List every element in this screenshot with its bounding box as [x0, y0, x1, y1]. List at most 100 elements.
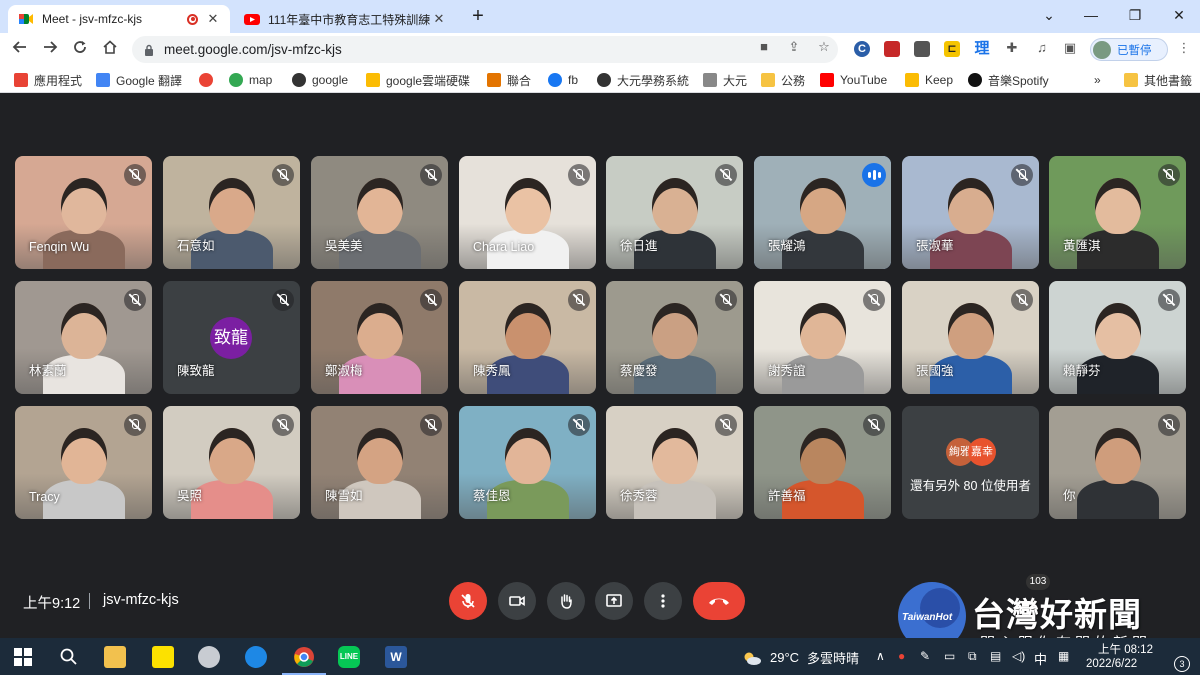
share-icon[interactable]: ⇪ [786, 39, 802, 55]
bookmark-item[interactable]: 大元學務系統 [597, 71, 689, 89]
volume-icon[interactable]: ◁) [1012, 649, 1025, 663]
bookmark-item[interactable]: google [292, 71, 348, 89]
participant-tile[interactable]: 張國強 [902, 281, 1039, 394]
participant-tile[interactable]: 致龍 陳致龍 [163, 281, 300, 394]
participant-tile[interactable]: 蔡佳恩 [459, 406, 596, 519]
bookmark-item[interactable]: YouTube [820, 71, 887, 89]
participant-tile[interactable]: 林素蘭 [15, 281, 152, 394]
profile-button[interactable]: 已暫停 [1090, 38, 1168, 61]
back-icon[interactable] [10, 39, 30, 59]
forward-icon[interactable] [40, 39, 60, 59]
extensions-puzzle-icon[interactable]: ✚ [1004, 40, 1020, 56]
system-date[interactable]: 2022/6/22 [1086, 658, 1137, 670]
sticky-notes-icon[interactable] [152, 646, 174, 668]
tab-search-icon[interactable]: ⌄ [1034, 4, 1064, 26]
weather-widget[interactable]: 29°C 多雲時晴 [742, 648, 859, 667]
participant-tile[interactable]: Chara Liao [459, 156, 596, 269]
bookmark-item[interactable]: Keep [905, 71, 953, 89]
more-options-button[interactable] [644, 582, 682, 620]
tray-monitor-icon[interactable]: ▭ [944, 649, 955, 663]
microphone-toggle-button[interactable] [449, 582, 487, 620]
search-icon[interactable] [58, 646, 80, 668]
windows-start-icon[interactable] [12, 646, 34, 668]
browser-menu-icon[interactable]: ⋮ [1176, 40, 1192, 56]
leave-call-button[interactable] [693, 582, 745, 620]
participant-tile[interactable]: Tracy [15, 406, 152, 519]
present-screen-button[interactable] [595, 582, 633, 620]
tab-meet[interactable]: Meet - jsv-mfzc-kjs ✕ [8, 5, 230, 33]
bookmark-item[interactable]: 音樂Spotify [968, 71, 1049, 89]
participant-avatar: 致龍 [210, 317, 252, 359]
reload-icon[interactable] [70, 39, 90, 59]
recording-indicator-icon [187, 13, 198, 25]
bookmark-item[interactable]: 大元 [703, 71, 747, 89]
participant-tile[interactable]: 徐秀蓉 [606, 406, 743, 519]
network-icon[interactable]: ▤ [990, 649, 1001, 663]
line-app-icon[interactable]: LINE [338, 646, 360, 668]
restore-button[interactable]: ❐ [1120, 4, 1150, 26]
media-control-icon[interactable]: ♫ [1034, 40, 1050, 56]
bookmark-star-icon[interactable]: ☆ [816, 39, 832, 55]
participant-tile[interactable]: 石意如 [163, 156, 300, 269]
home-icon[interactable] [100, 39, 120, 59]
bookmark-item[interactable]: 聯合 [487, 71, 531, 89]
more-participants-tile[interactable]: 絢雅 嘉幸 還有另外 80 位使用者 [902, 406, 1039, 519]
tab-close-icon[interactable]: ✕ [432, 11, 446, 27]
word-icon[interactable]: W [385, 646, 407, 668]
bookmark-item[interactable]: Google 翻譯 [96, 71, 182, 89]
address-bar[interactable]: meet.google.com/jsv-mfzc-kjs [132, 36, 838, 63]
camera-in-use-icon[interactable]: ■ [756, 39, 772, 55]
keyboard-icon[interactable]: ▦ [1058, 649, 1069, 663]
participant-tile[interactable]: 鄭淑梅 [311, 281, 448, 394]
tray-expand-icon[interactable]: ∧ [876, 649, 885, 663]
bookmark-label: Google 翻譯 [116, 73, 183, 88]
minimize-button[interactable]: — [1076, 4, 1106, 26]
tab-close-icon[interactable]: ✕ [206, 11, 220, 27]
bookmark-item[interactable]: 應用程式 [14, 71, 82, 89]
participant-tile[interactable]: 張淑華 [902, 156, 1039, 269]
extension-yellow-icon[interactable]: ⊏ [944, 41, 960, 57]
extension-red-icon[interactable] [884, 41, 900, 57]
bookmark-item[interactable]: google雲端硬碟 [366, 71, 470, 89]
participant-name: 蔡慶發 [620, 364, 658, 378]
participant-tile[interactable]: 張耀鴻 [754, 156, 891, 269]
tray-app-icon[interactable]: ● [898, 649, 905, 663]
participant-tile[interactable]: 吳美美 [311, 156, 448, 269]
participant-tile[interactable]: 謝秀誼 [754, 281, 891, 394]
tray-copy-icon[interactable]: ⧉ [968, 649, 977, 664]
participant-tile[interactable]: 蔡慶發 [606, 281, 743, 394]
bookmark-item[interactable]: fb [548, 71, 578, 89]
bookmarks-overflow-button[interactable]: » [1094, 71, 1101, 89]
participant-tile[interactable]: 吳照 [163, 406, 300, 519]
paint-icon[interactable] [198, 646, 220, 668]
participant-tile[interactable]: 許善福 [754, 406, 891, 519]
participant-tile[interactable]: 黃匯淇 [1049, 156, 1186, 269]
participant-tile[interactable]: 陳秀鳳 [459, 281, 596, 394]
tray-pen-icon[interactable]: ✎ [920, 649, 930, 663]
participant-tile[interactable]: 賴靜芬 [1049, 281, 1186, 394]
participant-tile[interactable]: 你 [1049, 406, 1186, 519]
chrome-icon[interactable] [293, 646, 315, 668]
new-tab-button[interactable]: + [468, 6, 488, 26]
participant-tile[interactable]: 陳雪如 [311, 406, 448, 519]
file-explorer-icon[interactable] [104, 646, 126, 668]
raise-hand-button[interactable] [547, 582, 585, 620]
participant-tile[interactable]: Fenqin Wu [15, 156, 152, 269]
close-window-button[interactable]: ✕ [1164, 4, 1194, 26]
side-panel-icon[interactable]: ▣ [1062, 40, 1078, 56]
notification-center-badge[interactable]: 3 [1174, 656, 1190, 672]
system-clock[interactable]: 上午 08:12 [1098, 641, 1153, 657]
extension-c-icon[interactable]: C [854, 41, 870, 57]
extension-gray-icon[interactable] [914, 41, 930, 57]
internet-explorer-icon[interactable] [245, 646, 267, 668]
other-bookmarks-folder[interactable]: 其他書籤 [1124, 71, 1192, 89]
extension-li-icon[interactable]: 理 [974, 41, 990, 57]
bookmark-item[interactable] [199, 71, 219, 89]
bookmark-item[interactable]: map [229, 71, 272, 89]
hang-up-icon [709, 598, 729, 605]
bookmark-item[interactable]: 公務 [761, 71, 805, 89]
tab-training[interactable]: 111年臺中市教育志工特殊訓練 ✕ [234, 5, 456, 33]
participant-tile[interactable]: 徐日進 [606, 156, 743, 269]
camera-toggle-button[interactable] [498, 582, 536, 620]
input-method-indicator[interactable]: 中 [1034, 649, 1047, 668]
